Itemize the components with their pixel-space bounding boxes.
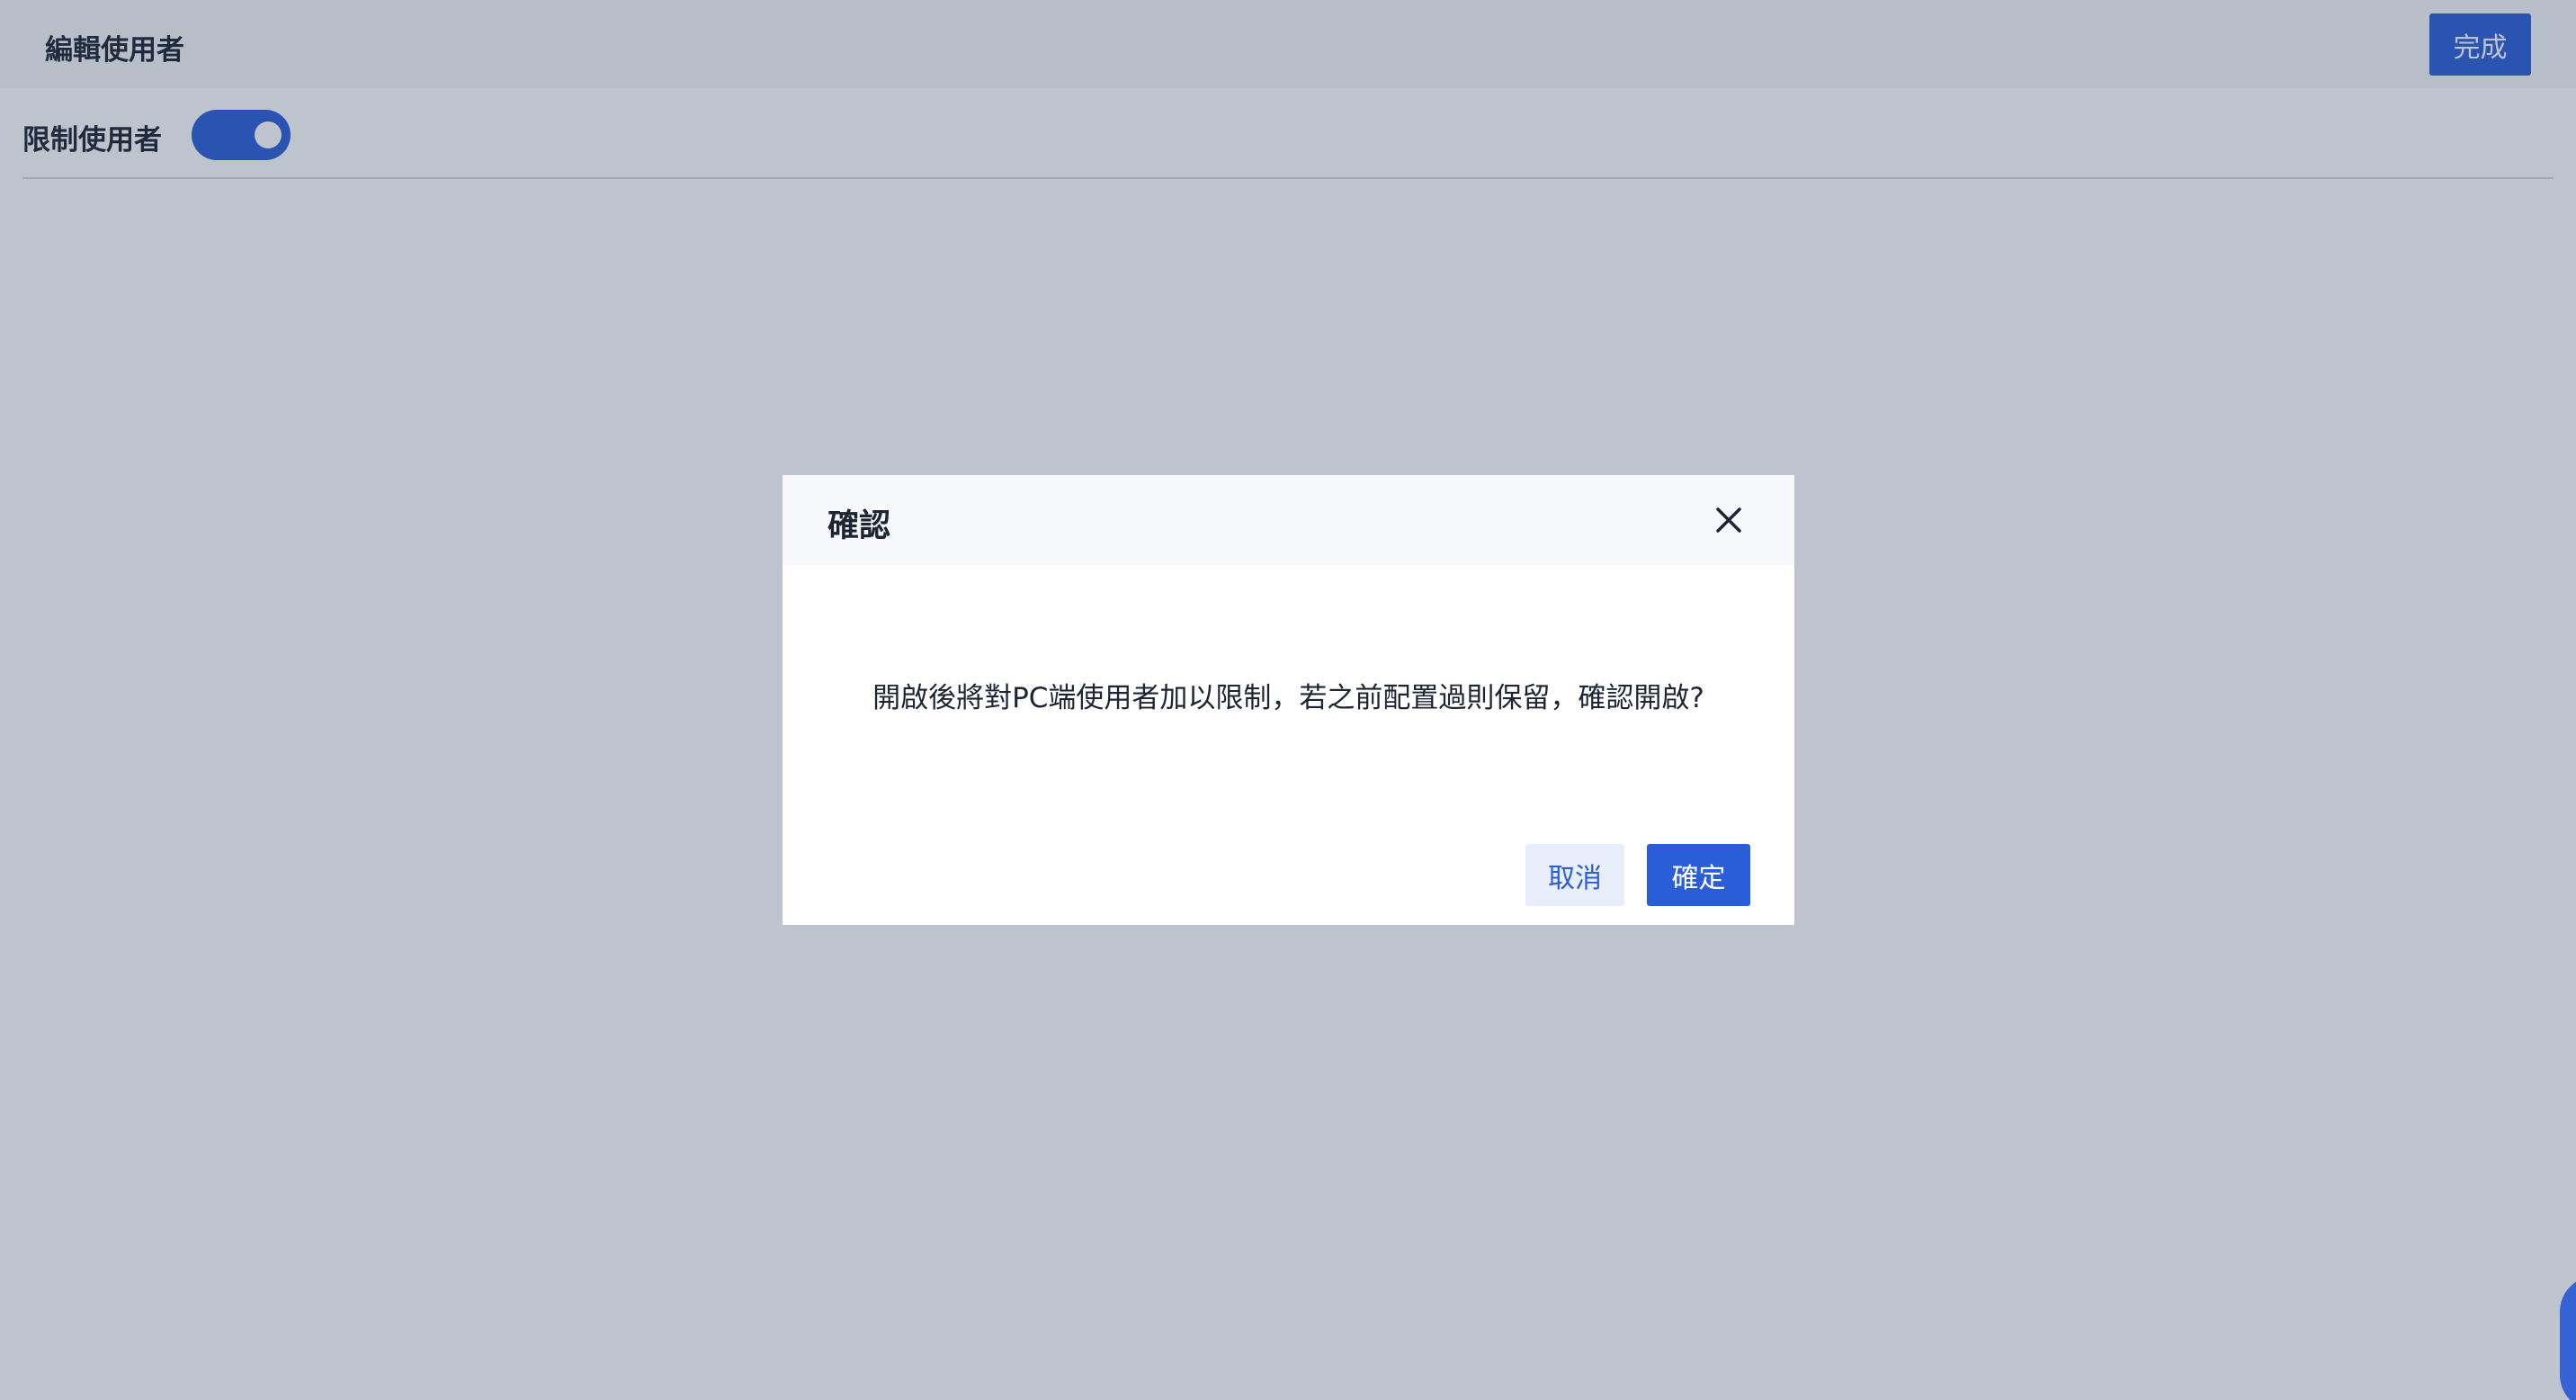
dialog-header: 確認 — [783, 475, 1794, 565]
close-icon[interactable] — [1709, 500, 1749, 540]
confirm-dialog: 確認 開啟後將對PC端使用者加以限制，若之前配置過則保留，確認開啟? 取消 確定 — [783, 475, 1794, 925]
cancel-button[interactable]: 取消 — [1525, 844, 1624, 906]
confirm-button[interactable]: 確定 — [1647, 844, 1750, 906]
dialog-title: 確認 — [827, 508, 891, 544]
dialog-message: 開啟後將對PC端使用者加以限制，若之前配置過則保留，確認開啟? — [872, 682, 1704, 714]
